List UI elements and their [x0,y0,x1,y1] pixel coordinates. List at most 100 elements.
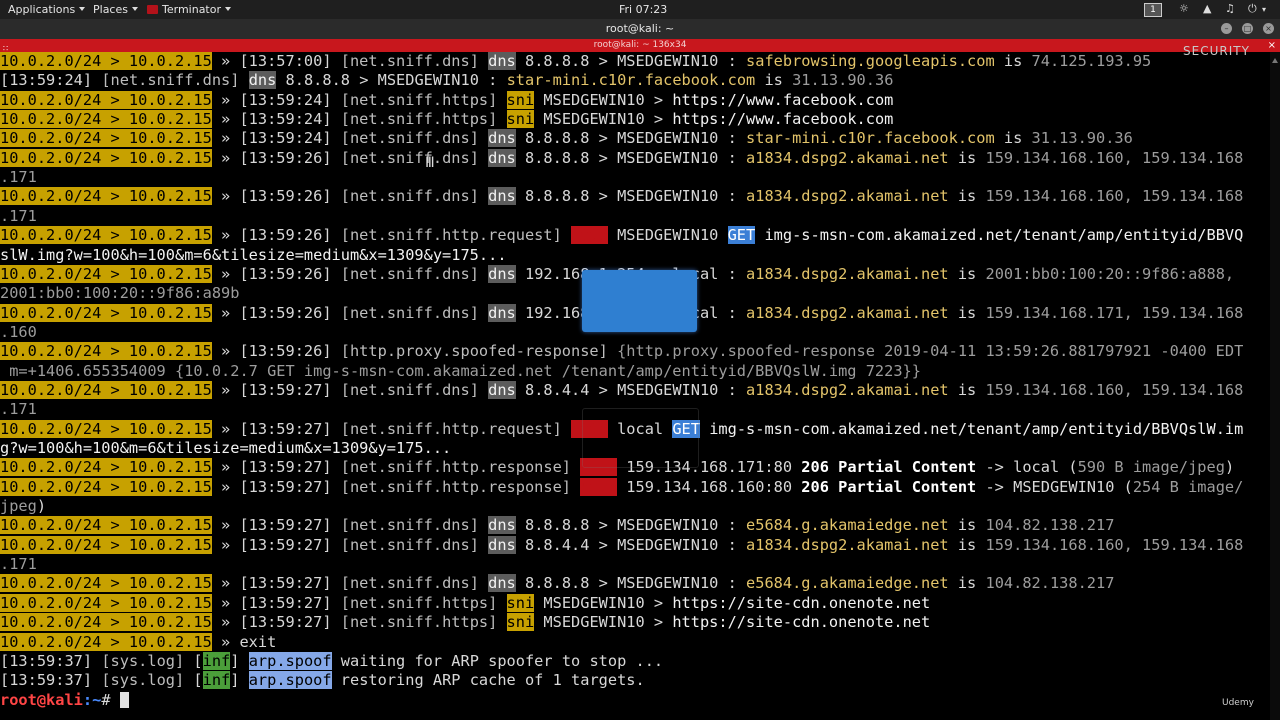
url-text: https://www.facebook.com [672,110,894,129]
text-cursor[interactable] [119,691,129,708]
module-tag: [net.sniff.dns] [340,264,479,283]
address-text: jpeg [0,497,37,516]
terminal-line: slW.img?w=100&h=100&m=6&tilesize=medium&… [0,246,507,265]
log-text: 8.8.8.8 > MSEDGEWIN10 : [515,129,747,148]
module-tag: [net.sniff.dns] [340,52,479,70]
address-text: 31.13.90.36 [792,71,894,90]
scroll-up-icon[interactable] [1272,58,1278,63]
log-text: waiting for ARP spoofer to stop ... [331,651,664,670]
volume-icon[interactable]: ♫ [1225,2,1235,15]
log-text: [13:59:24] [0,71,102,90]
hostname-text: a1834.dspg2.akamai.net [746,380,949,399]
terminator-label: Terminator [162,3,221,16]
address-text: 31.13.90.36 [1031,129,1133,148]
log-text: is [948,380,986,399]
address-text: .171 [0,400,37,419]
terminator-app-menu[interactable]: Terminator [147,2,231,17]
log-text: ] [230,671,249,690]
log-text: 159.134.168.160:80 [617,477,802,496]
status-text: 206 Partial Content [801,477,977,496]
terminal-line: 10.0.2.0/24 > 10.0.2.15 » exit [0,632,276,652]
terminator-icon [147,5,158,14]
terminal-line: .160 [0,323,37,342]
arp-spoof-badge: arp.spoof [248,671,332,690]
chevron-down-icon[interactable]: ▾ [1262,5,1266,14]
terminal-title: root@kali: ~ 136x34 [593,40,687,50]
hostname-text: a1834.dspg2.akamai.net [746,187,949,206]
minimize-icon[interactable]: – [1221,23,1232,34]
subnet-badge: 10.0.2.0/24 > 10.0.2.15 [0,593,212,612]
module-tag: [net.sniff.https] [340,593,498,612]
close-icon[interactable]: × [1263,23,1274,34]
prompt-line[interactable]: root@kali:~# [0,691,129,710]
terminal-line: 10.0.2.0/24 > 10.0.2.15 » [13:59:24] [ne… [0,110,893,129]
power-icon[interactable]: ⏻ [1248,2,1257,16]
log-text: » [13:59:27] [211,419,341,438]
subnet-badge: 10.0.2.0/24 > 10.0.2.15 [0,632,212,651]
address-text: 2001:bb0:100:20::9f86:a89b [0,284,240,303]
hostname-text: a1834.dspg2.akamai.net [746,264,949,283]
hostname-text: e5684.g.akamaiedge.net [746,574,949,593]
module-tag: [net.sniff.dns] [340,535,479,554]
module-tag: [net.sniff.http.response] [340,458,572,477]
subnet-badge: 10.0.2.0/24 > 10.0.2.15 [0,90,212,109]
hostname-text: e5684.g.akamaiedge.net [746,516,949,535]
log-text: » [13:59:26] [211,226,341,245]
sni-badge: sni [506,110,535,129]
address-text: 74.125.193.95 [1031,52,1152,70]
log-text: 8.8.8.8 > MSEDGEWIN10 : [515,187,747,206]
applications-menu[interactable]: Applications [8,2,86,17]
address-text: .171 [0,206,37,225]
chevron-down-icon [79,7,86,11]
clock[interactable]: Fri 07:23 [619,2,667,17]
network-icon[interactable]: ▲ [1203,2,1211,15]
terminal-scrollbar[interactable] [1270,52,1280,720]
log-text: ] [230,651,249,670]
close-icon[interactable]: × [1268,39,1276,52]
log-text: MSEDGEWIN10 > [534,593,673,612]
hostname-text: a1834.dspg2.akamai.net [746,303,949,322]
url-text: g?w=100&h=100&m=6&tilesize=medium&x=1309… [0,439,452,457]
window-titlebar[interactable]: root@kali: ~ – □ × [0,19,1280,39]
inf-badge: inf [202,671,231,690]
places-menu[interactable]: Places [93,2,138,17]
log-text: » [13:59:27] [211,574,341,593]
subnet-badge: 10.0.2.0/24 > 10.0.2.15 [0,574,212,593]
module-tag: [net.sniff.http.request] [340,226,562,245]
terminal-line: 10.0.2.0/24 > 10.0.2.15 » [13:59:27] [ne… [0,477,1244,497]
subnet-badge: 10.0.2.0/24 > 10.0.2.15 [0,148,212,167]
subnet-badge: 10.0.2.0/24 > 10.0.2.15 [0,380,212,399]
log-text: » [13:59:27] [211,516,341,535]
log-text: » [13:59:27] [211,535,341,554]
dns-badge: dns [488,264,516,283]
address-text: 159.134.168.160, 159.134.168 [985,380,1244,399]
log-text: is [948,187,986,206]
log-text: is [994,52,1032,70]
terminal-header[interactable]: ∷ root@kali: ~ 136x34 × [0,39,1280,53]
terminal-output[interactable]: 10.0.2.0/24 > 10.0.2.15 » [13:57:00] [ne… [0,52,1270,720]
module-tag: [net.sniff.dns] [340,516,479,535]
address-text: 254 B image/ [1132,477,1244,496]
text-cursor-icon: Ⅲ [425,155,435,171]
maximize-icon[interactable]: □ [1242,23,1253,34]
module-tag: [net.sniff.http.request] [340,419,562,438]
watermark-logo: SECURITY [1183,44,1250,58]
accessibility-icon[interactable]: ☼ [1179,2,1189,15]
address-text: 159.134.168.160, 159.134.168 [985,187,1244,206]
log-text: » [13:59:26] [211,148,341,167]
workspace-indicator[interactable]: 1 [1144,3,1162,17]
terminal-line: 10.0.2.0/24 > 10.0.2.15 » [13:59:27] [ne… [0,574,1114,593]
url-text: img-s-msn-com.akamaized.net/tenant/amp/e… [709,419,1244,438]
module-tag: [net.sniff.dns] [340,148,479,167]
get-badge: GET [727,226,756,245]
log-text: » [13:59:27] [211,477,341,496]
